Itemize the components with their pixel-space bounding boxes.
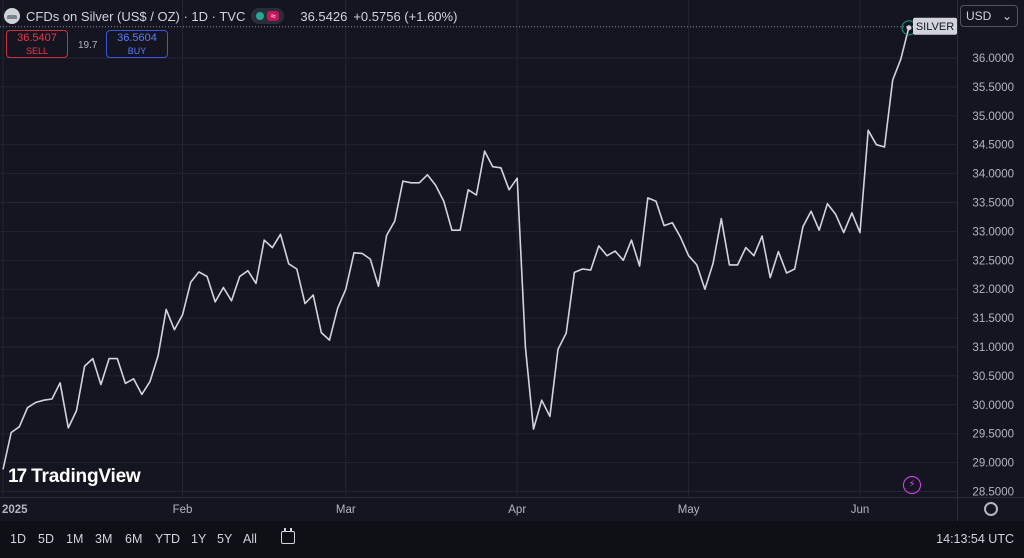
x-tick-label: Apr <box>508 504 526 516</box>
silver-symbol-icon <box>4 8 20 24</box>
calendar-icon[interactable] <box>281 528 295 544</box>
y-tick-label: 29.0000 <box>972 458 1014 470</box>
tradingview-logo[interactable]: 17 TradingView <box>8 466 141 488</box>
indicator-icon: ≈ <box>267 11 280 21</box>
timeframe-1d[interactable]: 1D <box>10 532 26 546</box>
timeframe-ytd[interactable]: YTD <box>155 532 180 546</box>
spread-value: 19.7 <box>78 40 98 51</box>
buy-button[interactable]: 36.5604 BUY <box>106 30 168 58</box>
price-change: +0.5756 (+1.60%) <box>353 8 458 24</box>
utc-clock[interactable]: 14:13:54 UTC <box>936 532 1014 546</box>
x-tick-label: 2025 <box>2 504 28 516</box>
symbol-title[interactable]: CFDs on Silver (US$ / OZ) · 1D · TVC <box>26 9 245 24</box>
logo-text: TradingView <box>31 466 141 487</box>
y-tick-label: 30.5000 <box>972 371 1014 383</box>
timeframe-1y[interactable]: 1Y <box>191 532 206 546</box>
y-tick-label: 34.5000 <box>972 140 1014 152</box>
y-tick-label: 28.5000 <box>972 487 1014 499</box>
lightning-icon[interactable]: ⚡ <box>903 476 921 494</box>
chevron-down-icon: ⌄ <box>1001 9 1012 23</box>
tradingview-logo-icon: 17 <box>8 466 27 487</box>
y-tick-label: 31.5000 <box>972 313 1014 325</box>
y-tick-label: 31.0000 <box>972 342 1014 354</box>
timeframe-3m[interactable]: 3M <box>95 532 112 546</box>
x-tick-label: Mar <box>336 504 356 516</box>
y-tick-label: 35.5000 <box>972 82 1014 94</box>
price-chart[interactable]: 28.5000 29.0000 29.5000 30.0000 30.5000 31.00… <box>0 0 1024 521</box>
sell-price: 36.5407 <box>17 32 57 44</box>
y-tick-label: 36.0000 <box>972 53 1014 65</box>
chart-header: CFDs on Silver (US$ / OZ) · 1D · TVC ≈ 3… <box>4 6 457 26</box>
x-tick-label: Feb <box>173 504 193 516</box>
y-tick-label: 35.0000 <box>972 111 1014 123</box>
bottom-toolbar: 1D 5D 1M 3M 6M YTD 1Y 5Y All 14:13:54 UTC <box>0 521 1024 558</box>
market-open-icon <box>256 12 265 20</box>
timeframe-5d[interactable]: 5D <box>38 532 54 546</box>
timeframe-5y[interactable]: 5Y <box>217 532 232 546</box>
sell-button[interactable]: 36.5407 SELL <box>6 30 68 58</box>
y-tick-label: 34.0000 <box>972 169 1014 181</box>
gear-icon[interactable] <box>984 502 998 516</box>
y-tick-label: 30.0000 <box>972 400 1014 412</box>
y-tick-label: 32.5000 <box>972 255 1014 267</box>
y-tick-label: 33.5000 <box>972 198 1014 210</box>
y-tick-label: 32.0000 <box>972 284 1014 296</box>
currency-select[interactable]: USD ⌄ <box>960 5 1018 27</box>
last-point <box>906 25 912 31</box>
timeframe-6m[interactable]: 6M <box>125 532 142 546</box>
currency-value: USD <box>966 9 992 23</box>
buy-price: 36.5604 <box>117 32 157 44</box>
timeframe-1m[interactable]: 1M <box>66 532 83 546</box>
buy-label: BUY <box>127 46 147 56</box>
y-tick-label: 33.0000 <box>972 226 1014 238</box>
last-price: 36.5426 <box>300 8 348 24</box>
y-tick-label: 29.5000 <box>972 429 1014 441</box>
symbol-tag-label: SILVER <box>916 21 954 33</box>
sell-label: SELL <box>25 46 49 56</box>
market-status-pill[interactable]: ≈ <box>251 8 285 24</box>
timeframe-all[interactable]: All <box>243 532 257 546</box>
x-tick-label: Jun <box>851 504 870 516</box>
x-tick-label: May <box>678 504 700 516</box>
